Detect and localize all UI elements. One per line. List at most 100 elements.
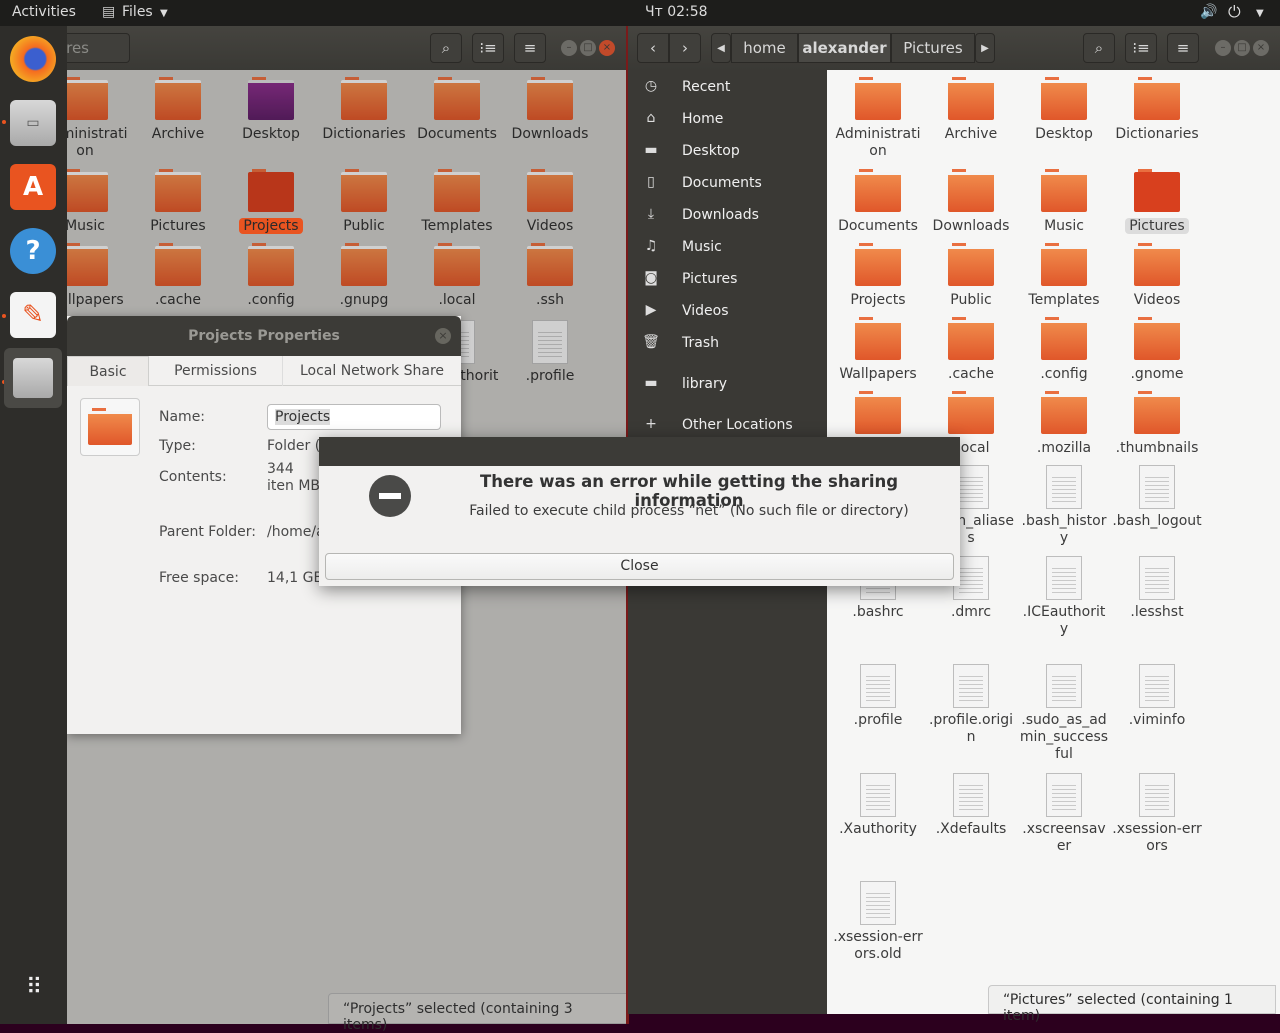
close-icon[interactable]: ×	[435, 328, 451, 344]
file-item[interactable]: .sudo_as_admin_successful	[1019, 664, 1109, 763]
close-button[interactable]: Close	[325, 553, 954, 580]
file-item[interactable]: .bash_history	[1019, 465, 1109, 547]
file-item[interactable]: .viminfo	[1112, 664, 1202, 729]
file-item[interactable]: .xsession-errors	[1112, 773, 1202, 855]
folder-item[interactable]: Music	[1019, 169, 1109, 235]
folder-item[interactable]: Videos	[505, 169, 595, 235]
file-item[interactable]: .Xauthority	[833, 773, 923, 838]
path-right-arrow[interactable]: ▶	[975, 33, 995, 63]
file-item[interactable]: .ICEauthority	[1019, 556, 1109, 638]
software-center-icon[interactable]: A	[10, 164, 56, 210]
file-item[interactable]: .lesshst	[1112, 556, 1202, 621]
file-item[interactable]: .xscreensaver	[1019, 773, 1109, 855]
tab-local-network-share[interactable]: Local Network Share	[283, 356, 461, 386]
folder-item[interactable]: Pictures	[133, 169, 223, 235]
file-item[interactable]: .profile	[505, 320, 595, 385]
path-left-arrow[interactable]: ◀	[711, 33, 731, 63]
file-item[interactable]: .xsession-errors.old	[833, 881, 923, 963]
folder-item[interactable]: .ssh	[505, 243, 595, 309]
view-toggle-icon[interactable]: ⁝≡	[1125, 33, 1157, 63]
close-icon[interactable]: ×	[599, 40, 615, 56]
folder-item[interactable]: Projects	[833, 243, 923, 309]
tab-permissions[interactable]: Permissions	[149, 356, 283, 386]
file-item[interactable]: .bash_logout	[1112, 465, 1202, 530]
sidebar-item-downloads[interactable]: ⤓ Downloads	[628, 202, 827, 230]
view-toggle-icon[interactable]: ⁝≡	[472, 33, 504, 63]
sidebar-item-label: Downloads	[682, 207, 759, 223]
folder-item[interactable]: Downloads	[505, 77, 595, 143]
sidebar-item-trash[interactable]: 🗑 Trash	[628, 330, 827, 358]
folder-item[interactable]: .mozilla	[1019, 391, 1109, 457]
clock[interactable]: Чт 02:58	[645, 4, 708, 20]
sidebar-item-videos[interactable]: ▶ Videos	[628, 298, 827, 326]
search-icon[interactable]: ⌕	[1083, 33, 1115, 63]
files-icon-active[interactable]	[4, 348, 62, 408]
folder-item[interactable]: Templates	[1019, 243, 1109, 309]
app-menu[interactable]: Files	[122, 4, 153, 20]
sidebar-item-other-locations[interactable]: + Other Locations	[628, 412, 827, 440]
breadcrumb-home[interactable]: home	[731, 33, 798, 63]
folder-icon	[948, 77, 994, 120]
contents-value: 344 iten MB	[267, 461, 320, 494]
firefox-icon[interactable]	[10, 36, 56, 82]
maximize-icon[interactable]: □	[1234, 40, 1250, 56]
folder-item[interactable]: Public	[926, 243, 1016, 309]
breadcrumb-pictures[interactable]: Pictures	[891, 33, 975, 63]
folder-item[interactable]: .config	[1019, 317, 1109, 383]
text-editor-icon[interactable]: ✎	[10, 292, 56, 338]
folder-item[interactable]: Videos	[1112, 243, 1202, 309]
folder-item[interactable]: .gnome	[1112, 317, 1202, 383]
back-button[interactable]: ‹	[637, 33, 669, 63]
sidebar-item-desktop[interactable]: ▬ Desktop	[628, 138, 827, 166]
folder-item[interactable]: Documents	[833, 169, 923, 235]
file-item[interactable]: .Xdefaults	[926, 773, 1016, 838]
folder-item[interactable]: Public	[319, 169, 409, 235]
folder-item[interactable]: .cache	[133, 243, 223, 309]
sidebar-item-music[interactable]: ♫ Music	[628, 234, 827, 262]
folder-item[interactable]	[833, 391, 923, 440]
folder-item[interactable]: Dictionaries	[1112, 77, 1202, 143]
menu-icon[interactable]: ≡	[514, 33, 546, 63]
help-icon[interactable]: ?	[10, 228, 56, 274]
breadcrumb-alexander[interactable]: alexander	[798, 33, 891, 63]
minimize-icon[interactable]: –	[561, 40, 577, 56]
folder-item[interactable]: .gnupg	[319, 243, 409, 309]
folder-item[interactable]: .local	[412, 243, 502, 309]
apps-grid-icon[interactable]: ⠿	[10, 964, 56, 1010]
close-icon[interactable]: ×	[1253, 40, 1269, 56]
folder-item[interactable]: Archive	[133, 77, 223, 143]
sidebar-item-documents[interactable]: ▯ Documents	[628, 170, 827, 198]
system-menu-chevron-icon[interactable]: ▼	[1256, 8, 1264, 19]
minimize-icon[interactable]: –	[1215, 40, 1231, 56]
power-icon[interactable]: ⏻	[1228, 2, 1241, 22]
folder-item[interactable]: Desktop	[1019, 77, 1109, 143]
folder-item[interactable]: Templates	[412, 169, 502, 235]
folder-item[interactable]: .thumbnails	[1112, 391, 1202, 457]
maximize-icon[interactable]: □	[580, 40, 596, 56]
folder-item[interactable]: Desktop	[226, 77, 316, 143]
folder-item[interactable]: Dictionaries	[319, 77, 409, 143]
folder-item[interactable]: Downloads	[926, 169, 1016, 235]
file-item[interactable]: .profile.origin	[926, 664, 1016, 746]
file-item[interactable]: .profile	[833, 664, 923, 729]
folder-item[interactable]: Archive	[926, 77, 1016, 143]
forward-button[interactable]: ›	[669, 33, 701, 63]
folder-item[interactable]: Wallpapers	[833, 317, 923, 383]
files-icon[interactable]: ▭	[10, 100, 56, 146]
menu-icon[interactable]: ≡	[1167, 33, 1199, 63]
folder-item[interactable]: Projects	[226, 169, 316, 235]
activities-button[interactable]: Activities	[12, 4, 76, 20]
name-field[interactable]: Projects	[267, 404, 441, 430]
sidebar-item-pictures[interactable]: ◙ Pictures	[628, 266, 827, 294]
folder-item[interactable]: Administration	[833, 77, 923, 160]
folder-item[interactable]: Pictures	[1112, 169, 1202, 235]
sidebar-item-library[interactable]: ▬ library	[628, 371, 827, 399]
volume-icon[interactable]: 🔊	[1200, 4, 1217, 20]
folder-item[interactable]: Documents	[412, 77, 502, 143]
folder-item[interactable]: .cache	[926, 317, 1016, 383]
search-icon[interactable]: ⌕	[430, 33, 462, 63]
folder-item[interactable]: .config	[226, 243, 316, 309]
tab-basic[interactable]: Basic	[67, 356, 149, 386]
sidebar-item-recent[interactable]: ◷ Recent	[628, 74, 827, 102]
sidebar-item-home[interactable]: ⌂ Home	[628, 106, 827, 134]
